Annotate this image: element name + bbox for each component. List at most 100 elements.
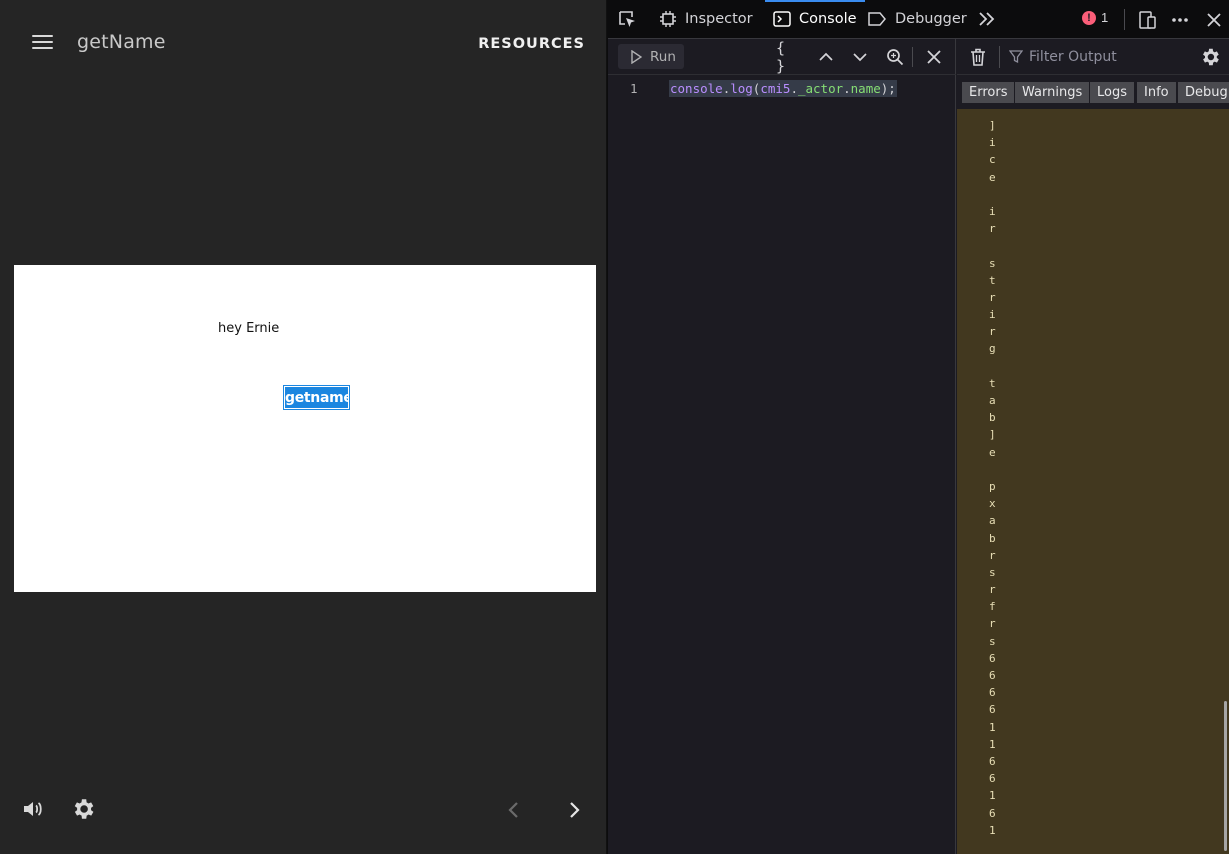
log-char: i [989,308,996,322]
chevron-down-icon[interactable] [849,46,871,68]
filter-field [1009,45,1181,69]
filter-logs-button[interactable]: Logs [1090,82,1134,103]
log-char: x [989,497,996,511]
toolbar-divider [1124,9,1125,30]
chevron-left-icon[interactable] [502,798,526,822]
log-char: 6 [989,754,996,768]
code-line[interactable]: 1 console.log(cmi5._actor.name); [608,80,956,99]
play-icon [631,49,642,64]
log-char [989,237,1001,254]
player-footer [0,774,607,854]
tab-debugger-label: Debugger [895,11,967,27]
code-token: name [850,81,881,96]
log-char: s [989,634,996,648]
code-token: log [730,81,753,96]
run-button-label: Run [650,48,676,65]
filter-warnings-button[interactable]: Warnings [1015,82,1090,103]
log-char: 6 [989,669,996,682]
reverse-search-icon[interactable] [884,46,906,68]
responsive-design-icon[interactable] [1136,9,1158,31]
tab-console-label: Console [799,11,857,27]
debugger-icon [868,12,886,26]
filter-debug-button[interactable]: Debug [1178,82,1229,103]
log-char: p [989,479,996,493]
log-char: 6 [989,806,996,820]
resources-button[interactable]: RESOURCES [478,36,585,52]
log-char: 6 [989,651,996,665]
greeting-text: hey Ernie [218,321,280,336]
filter-errors-button[interactable]: Errors [962,82,1015,103]
log-char: r [989,325,996,339]
line-number: 1 [630,81,638,96]
toolbar-divider [999,46,1000,68]
hamburger-menu-icon[interactable] [28,28,58,58]
toolbar-divider [912,47,913,67]
log-char: 1 [989,720,996,734]
chevron-up-icon[interactable] [815,46,837,68]
log-char: a [989,514,996,528]
output-toolbar [957,39,1229,75]
code-text[interactable]: console.log(cmi5._actor.name); [669,80,897,97]
code-token: cmi5 [760,81,791,96]
log-char: r [989,583,996,597]
course-player: getName RESOURCES hey Ernie getname [0,0,607,854]
filter-info-button[interactable]: Info [1137,82,1176,103]
code-token: _actor [797,81,844,96]
tab-debugger[interactable]: Debugger [867,0,967,38]
error-count: 1 [1101,10,1109,25]
tab-inspector-label: Inspector [685,11,753,27]
log-char: 6 [989,686,996,700]
log-char: e [989,170,996,184]
log-char: b [989,531,996,545]
console-settings-gear-icon[interactable] [1199,46,1221,68]
log-char: 6 [989,772,996,786]
more-options-icon[interactable] [1169,9,1191,31]
close-icon[interactable] [1203,9,1225,31]
log-char: a [989,394,996,407]
error-icon: ! [1082,10,1096,25]
log-char: r [989,617,996,631]
log-char: s [989,565,996,579]
inspector-icon [660,11,676,27]
tab-inspector[interactable]: Inspector [659,0,753,38]
devtools-panel: Inspector Console Debugger ! 1 Run {} 1… [608,0,1229,854]
close-editor-icon[interactable] [923,46,945,68]
log-char: ] [989,119,996,132]
log-level-filters: Errors Warnings Logs Info Debug [957,75,1229,109]
element-picker-icon[interactable] [616,0,646,38]
log-char: t [989,376,996,390]
console-output: Errors Warnings Logs Info Debug ]iceirst… [957,39,1229,854]
log-char: 6 [989,703,996,717]
log-char: 1 [989,823,996,837]
trash-icon[interactable] [967,46,989,68]
volume-icon[interactable] [21,797,45,821]
course-title: getName [77,31,166,53]
output-scrollbar[interactable] [1224,701,1227,851]
error-count-badge[interactable]: ! 1 [1082,10,1108,25]
log-char [989,186,1001,203]
filter-output-input[interactable] [1029,49,1179,65]
run-button[interactable]: Run [618,44,684,69]
player-header: getName RESOURCES [0,0,607,86]
log-char: r [989,548,996,562]
tab-console[interactable]: Console [765,0,865,38]
log-char: f [989,600,996,614]
more-tools-chevron-icon[interactable] [977,0,1005,38]
log-char: g [989,342,996,356]
log-char: e [989,445,996,459]
log-char: r [989,290,996,304]
log-char: b [989,411,996,425]
code-token: console [670,81,723,96]
log-char: i [989,204,996,218]
chevron-right-icon[interactable] [562,798,586,822]
gear-icon[interactable] [70,796,96,822]
log-char: i [989,136,996,150]
log-char: t [989,273,996,287]
log-message: ] i c e i r s t r i r g t a b] e p x a b r s r f r s 6 6 6 6 1 1 6 6 1 6 1 [989,117,1001,839]
getname-button[interactable]: getname [283,385,353,410]
log-char: s [989,256,996,270]
editor-toolbar: Run { } [608,39,956,75]
log-char [989,461,1001,478]
devtools-toolbar: Inspector Console Debugger ! 1 [608,0,1229,39]
pretty-print-button[interactable]: { } [776,39,798,75]
